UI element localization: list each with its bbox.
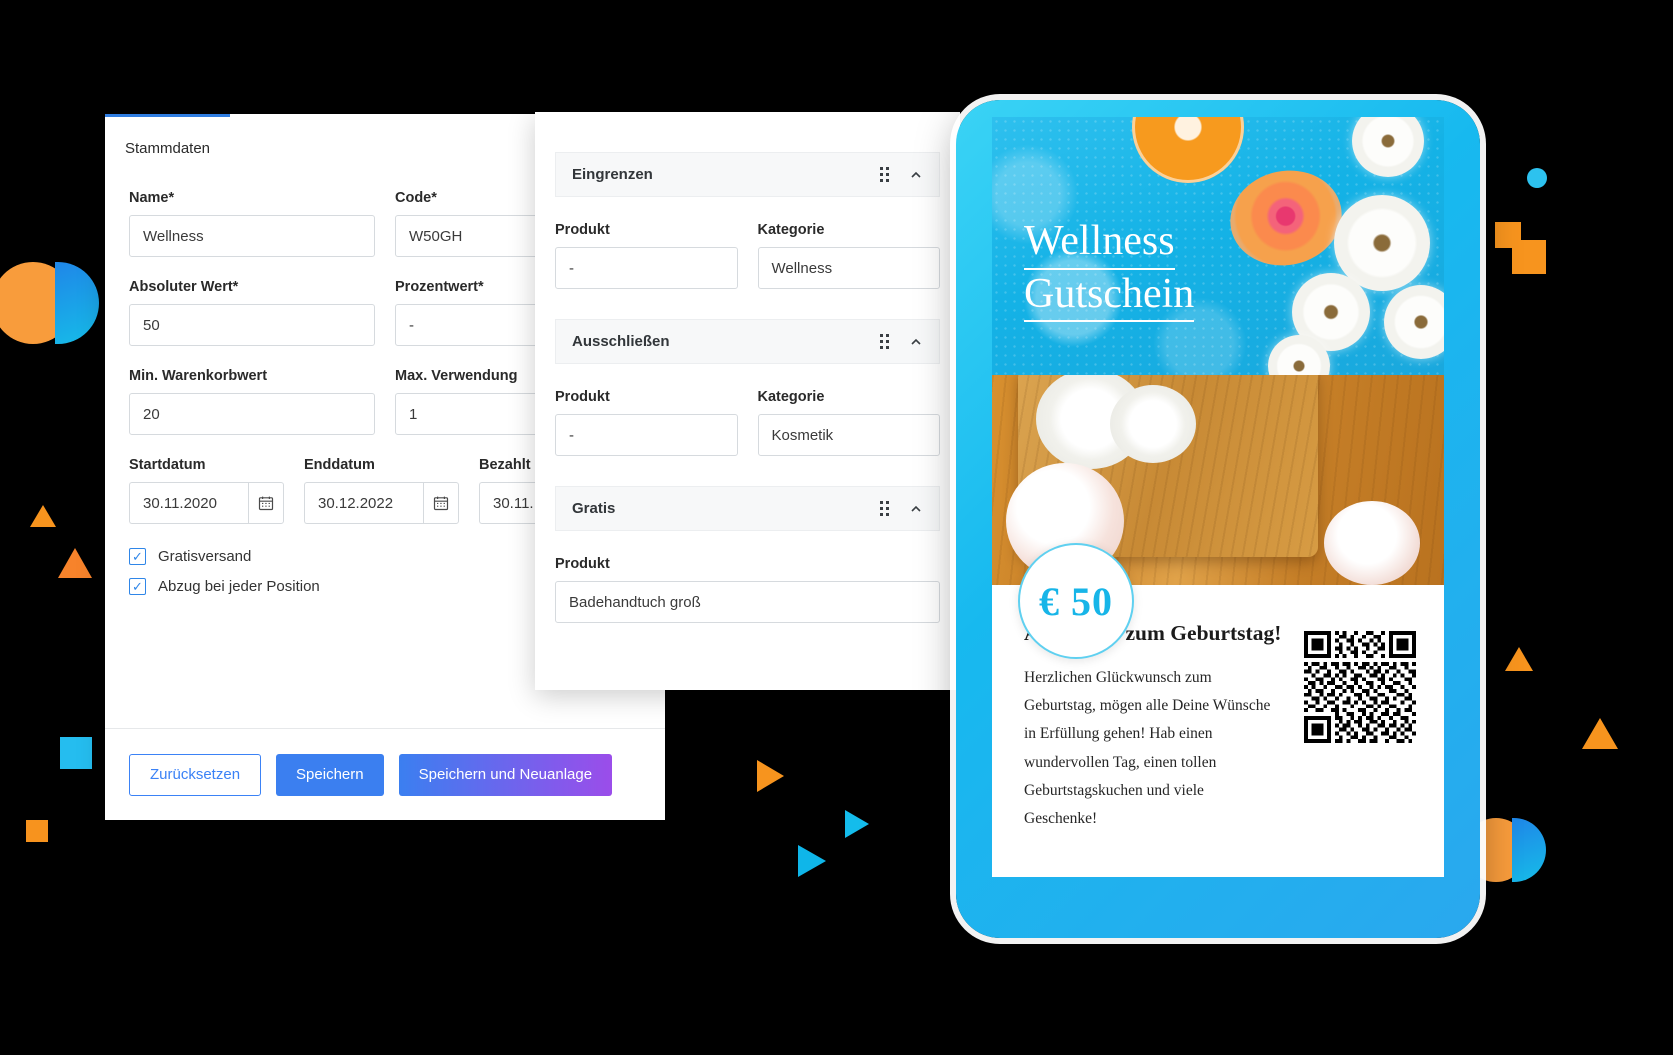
tab-stammdaten[interactable]: Stammdaten xyxy=(105,114,230,180)
deco-triangle-orange-center xyxy=(757,760,784,792)
deco-square-cyan-left xyxy=(60,737,92,769)
voucher-message-body: Herzlichen Glückwunsch zum Geburtstag, m… xyxy=(1024,669,1271,828)
field-eingrenzen-kategorie-input[interactable]: Wellness xyxy=(757,247,940,289)
section-title-eingrenzen: Eingrenzen xyxy=(572,166,653,183)
deco-triangle-orange-left-1 xyxy=(30,505,56,527)
reset-button[interactable]: Zurücksetzen xyxy=(129,753,262,796)
field-ausschliessen-kategorie-label: Kategorie xyxy=(757,389,825,405)
deco-square-orange-topright-2 xyxy=(1512,240,1546,274)
field-min-cart-value-input[interactable]: 20 xyxy=(129,393,375,435)
field-eingrenzen-produkt: Produkt - xyxy=(555,222,738,289)
voucher-preview: Wellness Gutschein € 50 Alles Gute zum G… xyxy=(992,117,1444,877)
field-name: Name* Wellness xyxy=(129,190,375,257)
deco-triangle-cyan-center-1 xyxy=(845,810,869,838)
deco-triangle-cyan-center-2 xyxy=(798,845,826,877)
tab-stammdaten-label: Stammdaten xyxy=(124,140,211,157)
voucher-title-line1: Wellness xyxy=(1024,217,1175,270)
price-badge-value: € 50 xyxy=(1039,578,1113,624)
section-fields-ausschliessen: Produkt - Kategorie Kosmetik xyxy=(555,389,940,456)
voucher-title: Wellness Gutschein xyxy=(1024,217,1195,323)
section-fields-eingrenzen: Produkt - Kategorie Wellness xyxy=(555,222,940,289)
field-start-date-input[interactable]: 30.11.2020 xyxy=(129,482,248,524)
field-eingrenzen-kategorie: Kategorie Wellness xyxy=(757,222,940,289)
field-absolute-value-input[interactable]: 50 xyxy=(129,304,375,346)
field-end-date-input[interactable]: 30.12.2022 xyxy=(304,482,423,524)
field-start-date-label: Startdatum xyxy=(129,457,206,473)
drag-handle-icon[interactable] xyxy=(880,501,889,516)
deco-triangle-orange-right-2 xyxy=(1582,718,1618,749)
calendar-icon[interactable] xyxy=(248,482,284,524)
price-badge: € 50 xyxy=(1018,543,1134,659)
chevron-up-icon[interactable] xyxy=(909,502,923,516)
hydrangea-flower xyxy=(1110,385,1196,463)
checkbox-deduct-each-position-box[interactable]: ✓ xyxy=(129,578,146,595)
section-fields-gratis: Produkt Badehandtuch groß xyxy=(555,556,940,623)
field-min-cart-value: Min. Warenkorbwert 20 xyxy=(129,368,375,435)
drag-handle-icon[interactable] xyxy=(880,334,889,349)
field-gratis-produkt-label: Produkt xyxy=(555,556,610,572)
field-min-cart-value-label: Min. Warenkorbwert xyxy=(129,368,268,384)
field-gratis-produkt-input[interactable]: Badehandtuch groß xyxy=(555,581,940,623)
deco-triangle-orange-right-1 xyxy=(1505,647,1533,671)
section-header-gratis[interactable]: Gratis xyxy=(555,486,940,531)
voucher-hero-image: Wellness Gutschein xyxy=(992,117,1444,375)
towel-roll xyxy=(1324,501,1420,585)
form-footer: Zurücksetzen Speichern Speichern und Neu… xyxy=(105,728,665,820)
checkbox-free-shipping-label: Gratisversand xyxy=(158,548,252,565)
checkbox-free-shipping-box[interactable]: ✓ xyxy=(129,548,146,565)
checkbox-deduct-each-position-label: Abzug bei jeder Position xyxy=(158,578,320,595)
field-ausschliessen-kategorie-input[interactable]: Kosmetik xyxy=(757,414,940,456)
field-absolute-value: Absoluter Wert* 50 xyxy=(129,279,375,346)
field-name-label: Name* xyxy=(129,190,175,206)
deco-triangle-orange-left-2 xyxy=(58,548,92,578)
deco-square-orange-left xyxy=(26,820,48,842)
save-button[interactable]: Speichern xyxy=(276,753,384,796)
field-start-date: Startdatum 30.11.2020 xyxy=(129,457,284,524)
drag-handle-icon[interactable] xyxy=(880,167,889,182)
voucher-title-line2: Gutschein xyxy=(1024,270,1195,323)
field-eingrenzen-produkt-input[interactable]: - xyxy=(555,247,738,289)
calendar-icon[interactable] xyxy=(423,482,459,524)
chevron-up-icon[interactable] xyxy=(909,335,923,349)
field-end-date-label: Enddatum xyxy=(304,457,375,473)
field-end-date: Enddatum 30.12.2022 xyxy=(304,457,459,524)
field-ausschliessen-produkt-label: Produkt xyxy=(555,389,610,405)
qr-code xyxy=(1304,631,1416,743)
section-header-eingrenzen[interactable]: Eingrenzen xyxy=(555,152,940,197)
field-eingrenzen-kategorie-label: Kategorie xyxy=(757,222,825,238)
section-title-gratis: Gratis xyxy=(572,500,616,517)
field-ausschliessen-produkt-input[interactable]: - xyxy=(555,414,738,456)
deco-halfcircle-cyan-left xyxy=(55,262,99,344)
chevron-up-icon[interactable] xyxy=(909,168,923,182)
field-gratis-produkt: Produkt Badehandtuch groß xyxy=(555,556,940,623)
field-eingrenzen-produkt-label: Produkt xyxy=(555,222,610,238)
field-ausschliessen-kategorie: Kategorie Kosmetik xyxy=(757,389,940,456)
field-ausschliessen-produkt: Produkt - xyxy=(555,389,738,456)
field-absolute-value-label: Absoluter Wert* xyxy=(129,279,239,295)
restriction-panel: Eingrenzen Produkt - Kategorie Wellness … xyxy=(535,112,960,690)
deco-dot-cyan-topright xyxy=(1527,168,1547,188)
section-header-ausschliessen[interactable]: Ausschließen xyxy=(555,319,940,364)
deco-halfcircle-cyan-bottomright xyxy=(1512,818,1546,882)
field-name-input[interactable]: Wellness xyxy=(129,215,375,257)
save-and-new-button[interactable]: Speichern und Neuanlage xyxy=(398,753,613,796)
section-title-ausschliessen: Ausschließen xyxy=(572,333,670,350)
